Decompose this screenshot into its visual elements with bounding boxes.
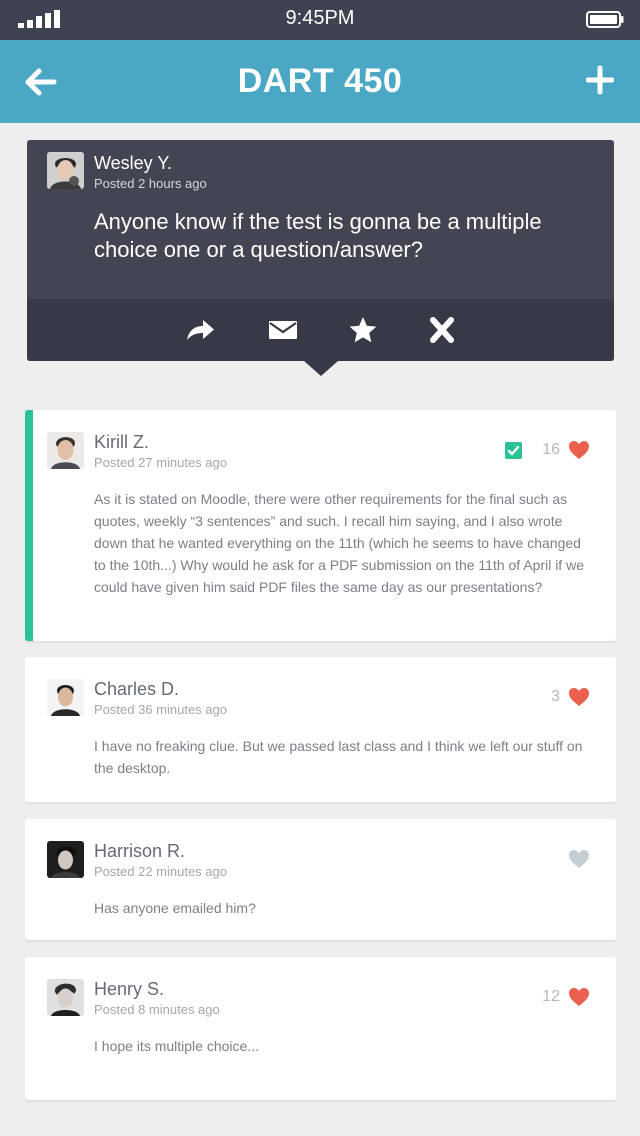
accepted-check-icon[interactable] [505,441,523,459]
status-bar: 9:45PM [0,0,640,40]
comment-card: Harrison R. Posted 22 minutes ago Has an… [25,819,616,940]
avatar[interactable] [47,432,84,469]
close-icon[interactable] [426,315,458,345]
comment-text: Has anyone emailed him? [94,900,256,916]
comment-text: I have no freaking clue. But we passed l… [94,738,583,776]
comment-text: I hope its multiple choice... [94,1038,259,1054]
avatar[interactable] [47,152,84,189]
like-count: 12 [542,988,560,1005]
comment-meta: 3 [551,687,590,707]
heart-icon[interactable] [568,440,590,460]
like-count: 3 [551,688,560,705]
comment-timestamp: Posted 22 minutes ago [94,864,227,879]
heart-icon[interactable] [568,849,590,869]
comment-timestamp: Posted 27 minutes ago [94,455,227,470]
comment-author[interactable]: Harrison R. [94,841,185,862]
avatar[interactable] [47,841,84,878]
heart-icon[interactable] [568,687,590,707]
post-timestamp: Posted 2 hours ago [94,176,207,191]
comment-meta: 16 [505,440,590,460]
app-header: DART 450 [0,40,640,123]
like-count: 16 [542,441,560,458]
comment-author[interactable]: Henry S. [94,979,164,1000]
comment-card: Charles D. Posted 36 minutes ago 3 I hav… [25,657,616,802]
comment-timestamp: Posted 36 minutes ago [94,702,227,717]
heart-icon[interactable] [568,987,590,1007]
comment-timestamp: Posted 8 minutes ago [94,1002,220,1017]
mail-icon[interactable] [267,315,299,345]
post-author[interactable]: Wesley Y. [94,153,172,174]
avatar[interactable] [47,979,84,1016]
question-text: Anyone know if the test is gonna be a mu… [94,209,542,262]
page-title: DART 450 [237,62,403,100]
battery-icon [586,11,624,28]
comment-author[interactable]: Kirill Z. [94,432,149,453]
avatar[interactable] [47,679,84,716]
comment-meta: 12 [542,987,590,1007]
featured-question: Wesley Y. Posted 2 hours ago Anyone know… [27,140,614,361]
comment-text: As it is stated on Moodle, there were ot… [94,491,584,595]
star-icon[interactable] [347,315,379,345]
comment-author[interactable]: Charles D. [94,679,179,700]
featured-pointer [304,361,338,376]
comment-card: Henry S. Posted 8 minutes ago 12 I hope … [25,957,616,1100]
share-icon[interactable] [184,315,216,345]
status-time: 9:45PM [285,7,355,29]
comment-meta [560,849,590,869]
comment-card: Kirill Z. Posted 27 minutes ago 16 As it… [25,410,616,641]
post-action-bar [27,299,614,361]
add-post-button[interactable] [586,65,614,95]
